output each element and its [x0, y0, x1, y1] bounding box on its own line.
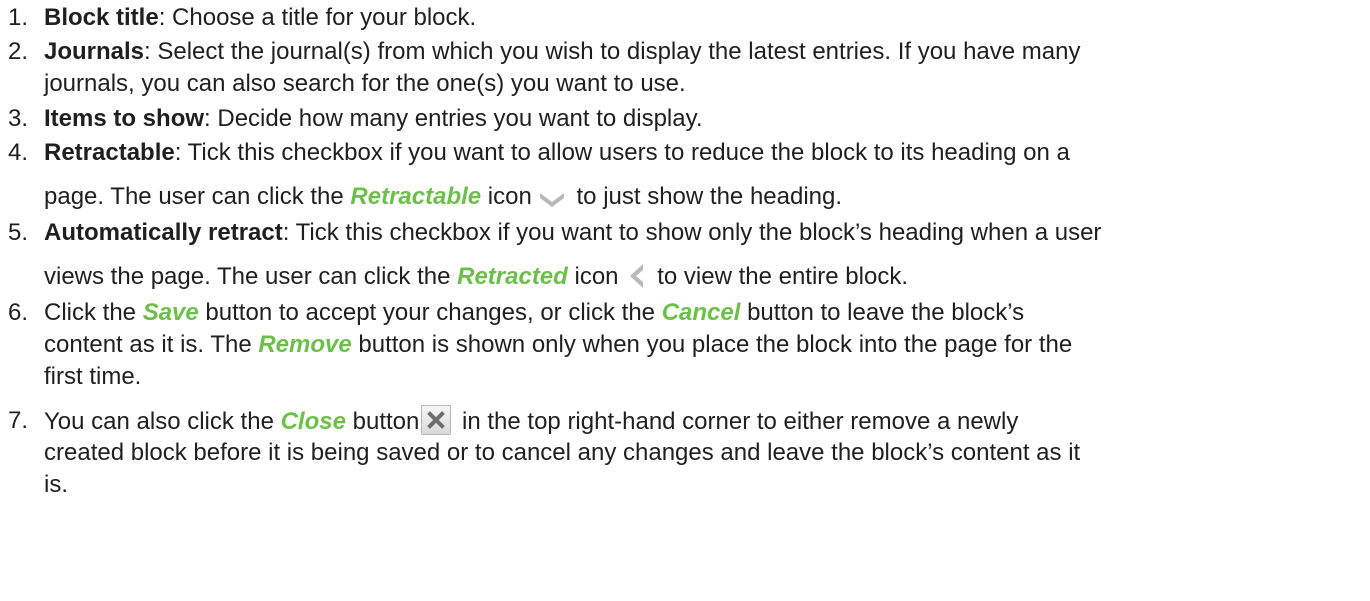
chevron-down-icon [538, 186, 566, 218]
list-text: Journals: Select the journal(s) from whi… [44, 38, 1081, 65]
term-items-to-show: Items to show [44, 105, 205, 132]
list-text: first time. [44, 363, 142, 390]
close-icon [421, 405, 452, 435]
chevron-left-icon [625, 263, 647, 298]
list-text: journals, you can also search for the on… [44, 70, 686, 97]
list-number: 2. [8, 38, 29, 65]
list-text: Retractable: Tick this checkbox if you w… [44, 139, 1070, 166]
term-automatically-retract: Automatically retract [44, 219, 283, 246]
list-number: 6. [8, 299, 29, 326]
instructions-list: 1. Block title: Choose a title for your … [0, 0, 1370, 601]
list-number: 5. [8, 219, 29, 246]
list-text: Click the Save button to accept your cha… [44, 299, 1025, 326]
ui-term-retractable: Retractable [350, 183, 482, 210]
list-text: Block title: Choose a title for your blo… [44, 4, 477, 31]
ui-term-retracted: Retracted [457, 263, 568, 290]
list-number: 4. [8, 139, 29, 166]
term-retractable: Retractable [44, 139, 175, 166]
term-block-title: Block title [44, 4, 159, 31]
list-number: 1. [8, 4, 29, 31]
list-number: 3. [8, 105, 29, 132]
ui-term-save: Save [142, 299, 199, 326]
list-text: views the page. The user can click the R… [44, 261, 908, 298]
list-text: is. [44, 471, 68, 498]
list-number: 7. [8, 407, 29, 434]
ui-term-remove: Remove [258, 331, 352, 358]
list-text: You can also click the Close button in t… [44, 405, 1018, 438]
term-journals: Journals [44, 38, 145, 65]
list-text: created block before it is being saved o… [44, 439, 1081, 466]
ui-term-close: Close [280, 408, 346, 435]
list-text: Items to show: Decide how many entries y… [44, 105, 703, 132]
ui-term-cancel: Cancel [661, 299, 741, 326]
list-text: content as it is. The Remove button is s… [44, 331, 1073, 358]
list-text: page. The user can click the Retractable… [44, 181, 842, 218]
list-text: Automatically retract: Tick this checkbo… [44, 219, 1102, 246]
